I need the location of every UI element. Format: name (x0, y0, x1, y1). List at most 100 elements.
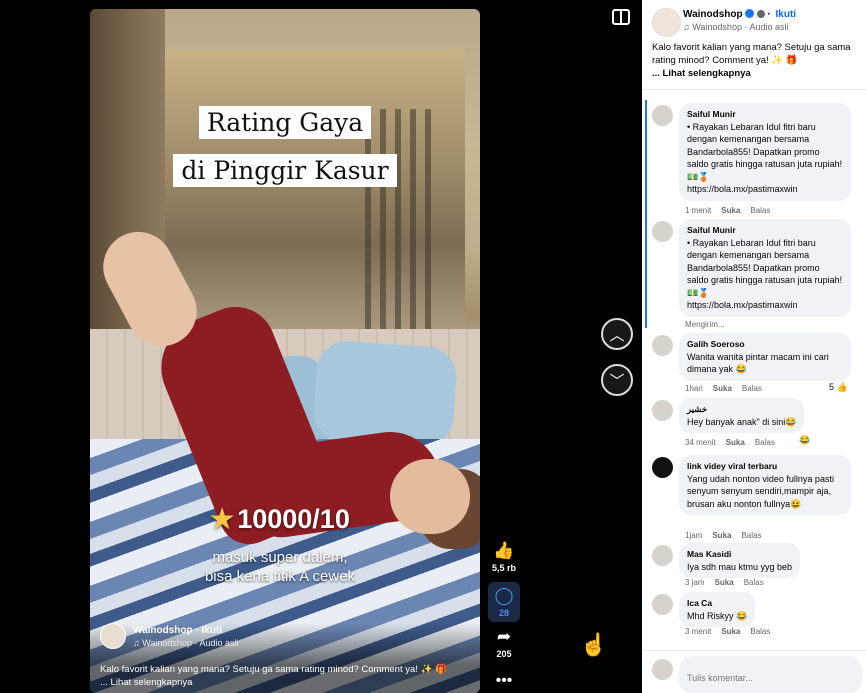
author-name[interactable]: Wainodshop (133, 625, 193, 636)
comment-time: 3 jam (685, 578, 705, 587)
comment-button[interactable]: ◯ 28 (488, 582, 520, 622)
comment-time: 3 menit (685, 627, 712, 636)
commenter-avatar[interactable] (652, 594, 673, 615)
commenter-avatar[interactable] (652, 545, 673, 566)
comment-bubble: Saiful Munir • Rayakan Lebaran Idul fitr… (679, 103, 851, 201)
comment-icon: ◯ (494, 586, 514, 605)
commenter-avatar[interactable] (652, 105, 673, 126)
comment-text: • Rayakan Lebaran Idul fitri baru dengan… (687, 121, 843, 182)
comment-bubble: Mas Kasidi Iya sdh mau ktmu yyg beb (679, 543, 801, 578)
commenter-name[interactable]: Ica Ca (687, 597, 747, 610)
author-avatar[interactable] (100, 623, 126, 649)
comment-meta: 1hari Suka Balas (685, 384, 762, 393)
like-comment-button[interactable]: Suka (712, 531, 731, 540)
commenter-name[interactable]: Saiful Munir (687, 108, 843, 121)
comment-input[interactable] (679, 656, 862, 693)
reply-button[interactable]: Balas (744, 578, 764, 587)
verified-badge-icon (744, 9, 754, 18)
video-subtitle-line1: masuk super dalem, (212, 549, 348, 566)
globe-icon (756, 10, 765, 18)
comments-panel: Wainodshop · Ikuti ♫ Wainodshop · Audio … (642, 0, 866, 693)
comment-time: 1jam (685, 531, 703, 540)
share-icon: ➦ (496, 627, 512, 646)
commenter-avatar[interactable] (652, 335, 673, 356)
share-button[interactable]: ➦ 205 (488, 627, 520, 660)
video-title-line2: di Pinggir Kasur (90, 154, 480, 187)
comment-link[interactable]: https://bola.mx/pastimaxwin (687, 183, 843, 196)
reply-button[interactable]: Balas (755, 438, 775, 447)
next-video-button[interactable]: ﹀ (601, 364, 633, 396)
video-stage: Rating Gaya di Pinggir Kasur ★ 10000/10 m… (0, 0, 642, 693)
page-name[interactable]: Wainodshop (683, 9, 743, 20)
video-subtitle-line2: bisa kena titik A cewek (204, 568, 356, 585)
reply-button[interactable]: Balas (750, 206, 770, 215)
comment-bubble: Galih Soeroso Wanita wanita pintar macam… (679, 333, 851, 381)
thread-indicator (645, 100, 647, 328)
see-more-link[interactable]: ... Lihat selengkapnya (100, 676, 475, 689)
comment-bubble: خشير Hey banyak anak" di sini😂 (679, 398, 805, 433)
comment-text: Iya sdh mau ktmu yyg beb (687, 561, 793, 572)
page-avatar[interactable] (652, 8, 681, 37)
video-player[interactable]: Rating Gaya di Pinggir Kasur ★ 10000/10 m… (90, 9, 480, 693)
video-title-line1: Rating Gaya (90, 106, 480, 139)
reaction-count[interactable]: 5 👍 (829, 382, 848, 393)
comment-meta: 3 jam Suka Balas (685, 578, 764, 587)
comment-meta: 34 menit Suka Balas (685, 438, 775, 447)
commenter-name[interactable]: Mas Kasidi (687, 548, 792, 561)
post-caption-text: Kalo favorit kalian yang mana? Setuju ga… (652, 42, 851, 66)
comment-status: Mengirim... (685, 320, 725, 329)
comment-time: 1 menit (685, 206, 712, 215)
commenter-avatar[interactable] (652, 400, 673, 421)
like-button[interactable]: 👍 5,5 rb (488, 541, 520, 574)
scene-mirror (165, 49, 465, 329)
star-icon: ★ (210, 504, 235, 534)
like-count: 5,5 rb (491, 563, 516, 573)
follow-button[interactable]: Ikuti (776, 9, 797, 20)
commenter-name[interactable]: Saiful Munir (687, 224, 843, 237)
hand-cursor-icon: ☝ (580, 632, 608, 657)
post-caption: Kalo favorit kalian yang mana? Setuju ga… (652, 41, 860, 80)
comment-text: Hey banyak anak" di sini😂 (687, 416, 797, 427)
audio-label[interactable]: ♫ Wainodshop · Audio asli (133, 638, 238, 648)
like-comment-button[interactable]: Suka (715, 578, 734, 587)
scene-curtain (395, 109, 401, 329)
previous-video-button[interactable]: ︿ (601, 318, 633, 350)
comment-text: Yang udah nonton video fullnya pasti sen… (687, 473, 834, 509)
video-author: Wainodshop · Ikuti ♫ Wainodshop · Audio … (100, 623, 238, 649)
post-header: Wainodshop · Ikuti ♫ Wainodshop · Audio … (642, 0, 866, 90)
comment-bubble: Saiful Munir • Rayakan Lebaran Idul fitr… (679, 219, 851, 317)
like-comment-button[interactable]: Suka (721, 627, 740, 636)
thumbs-up-icon: 👍 (493, 541, 515, 560)
my-avatar (652, 659, 673, 680)
share-count: 205 (496, 649, 512, 659)
reels-viewer: Rating Gaya di Pinggir Kasur ★ 10000/10 m… (0, 0, 866, 693)
reply-button[interactable]: Balas (750, 627, 770, 636)
comment-meta: 1jam Suka Balas (685, 531, 761, 540)
comment-composer (642, 650, 866, 693)
audio-label[interactable]: ♫ Wainodshop · Audio asli (683, 22, 788, 32)
commenter-name[interactable]: link videy viral terbaru (687, 460, 843, 473)
follow-link[interactable]: · Ikuti (195, 625, 222, 636)
video-caption: Kalo favorit kalian yang mana? Setuju ga… (100, 663, 475, 689)
more-options-button[interactable]: ••• (488, 672, 520, 690)
commenter-avatar[interactable] (652, 457, 673, 478)
like-comment-button[interactable]: Suka (726, 438, 745, 447)
like-comment-button[interactable]: Suka (721, 206, 740, 215)
scene-curtain (410, 109, 416, 329)
comment-count: 28 (498, 608, 509, 618)
chevron-down-icon: ﹀ (609, 372, 625, 390)
scene-curtain (365, 109, 371, 329)
see-more-link[interactable]: ... Lihat selengkapnya (652, 67, 860, 80)
reaction-count[interactable]: 😂 (799, 435, 810, 446)
reply-button[interactable]: Balas (742, 384, 762, 393)
comment-link[interactable]: https://bola.mx/pastimaxwin (687, 299, 843, 312)
commenter-name[interactable]: Galih Soeroso (687, 338, 843, 351)
toggle-panel-icon[interactable] (612, 9, 630, 25)
comment-bubble: Ica Ca Mhd Riskyy 😂 (679, 592, 756, 627)
like-comment-button[interactable]: Suka (713, 384, 732, 393)
video-caption-text: Kalo favorit kalian yang mana? Setuju ga… (100, 664, 447, 675)
commenter-avatar[interactable] (652, 221, 673, 242)
commenter-name[interactable]: خشير (687, 403, 796, 416)
reply-button[interactable]: Balas (741, 531, 761, 540)
video-rating: ★ 10000/10 (210, 504, 350, 534)
